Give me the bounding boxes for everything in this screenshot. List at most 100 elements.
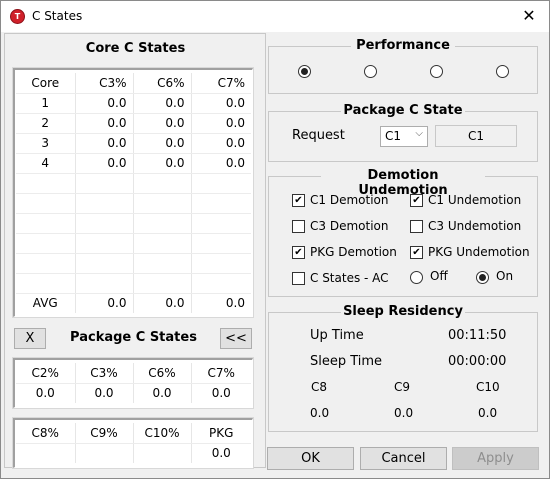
empty-row (16, 213, 251, 234)
cell-value: 0.0 (75, 153, 134, 174)
table-row: 2 0.0 0.0 0.0 (16, 113, 251, 134)
core-id: 2 (16, 113, 76, 134)
performance-radio-4[interactable] (496, 65, 509, 78)
empty-row (16, 193, 251, 214)
avg-value: 0.0 (225, 296, 245, 311)
cell-value (133, 443, 192, 463)
package-c-states-title: Package C States (70, 330, 197, 345)
up-time-label: Up Time (310, 328, 364, 343)
ok-button[interactable]: OK (267, 447, 354, 470)
package-table-2: C8% C9% C10% PKG 0.0 (16, 423, 251, 463)
c10-value: 0.0 (478, 406, 498, 420)
package-c-state-title: Package C State (341, 103, 465, 118)
c3-undemotion-checkbox[interactable] (410, 220, 423, 233)
cell-value: 0.0 (16, 383, 76, 403)
window-title: C States (32, 9, 83, 23)
cell-value: 0.0 (133, 93, 192, 114)
c-states-window: T C States ✕ Core C States Core C3% C6% … (0, 0, 550, 479)
header-c7: C7% (191, 73, 251, 94)
header-c10: C10% (133, 423, 192, 444)
pkg-demotion-checkbox[interactable] (292, 246, 305, 259)
on-label: On (496, 269, 514, 283)
c3-demotion-label: C3 Demotion (310, 219, 389, 233)
core-id: 4 (16, 153, 76, 174)
request-label: Request (292, 128, 345, 143)
table-header-row: Core C3% C6% C7% (16, 73, 251, 94)
cell-value: 0.0 (191, 133, 251, 154)
performance-radio-1[interactable] (298, 65, 311, 78)
request-readout: C1 (435, 125, 517, 147)
title-bar: T C States ✕ (1, 1, 549, 32)
off-label: Off (430, 269, 448, 283)
header-c6: C6% (133, 73, 192, 94)
app-logo-icon: T (10, 9, 25, 24)
pkg-undemotion-label: PKG Undemotion (428, 245, 530, 259)
cell-value: 0.0 (75, 383, 134, 403)
c8-value: 0.0 (310, 406, 330, 420)
request-select-value: C1 (385, 129, 402, 143)
package-table-1: C2% C3% C6% C7% 0.0 0.0 0.0 0.0 (16, 363, 251, 403)
c1-demotion-checkbox[interactable] (292, 194, 305, 207)
collapse-button[interactable]: << (220, 328, 252, 349)
empty-row (16, 253, 251, 274)
cell-value (75, 443, 134, 463)
c1-undemotion-label: C1 Undemotion (428, 193, 522, 207)
header-c2: C2% (16, 363, 76, 384)
request-select[interactable]: C1 ⌵ (380, 126, 428, 147)
core-id: 1 (16, 93, 76, 114)
on-radio[interactable] (476, 271, 489, 284)
off-radio[interactable] (410, 271, 423, 284)
pkg-demotion-label: PKG Demotion (310, 245, 397, 259)
header-core: Core (16, 73, 76, 94)
x-button[interactable]: X (14, 328, 46, 349)
avg-value: 0.0 (75, 293, 134, 313)
core-c-states-table: Core C3% C6% C7% 1 0.0 0.0 0.0 2 0.0 0.0… (16, 73, 251, 313)
performance-radio-2[interactable] (364, 65, 377, 78)
cancel-button[interactable]: Cancel (360, 447, 447, 470)
apply-button[interactable]: Apply (452, 447, 539, 470)
sleep-time-label: Sleep Time (310, 354, 383, 369)
cell-value: 0.0 (75, 113, 134, 134)
performance-radio-3[interactable] (430, 65, 443, 78)
chevron-down-icon: ⌵ (415, 128, 423, 139)
header-c3: C3% (75, 363, 134, 384)
up-time-value: 00:11:50 (448, 328, 507, 343)
header-pkg: PKG (191, 423, 251, 444)
table-row: 0.0 0.0 0.0 0.0 (16, 383, 251, 403)
core-id: 3 (16, 133, 76, 154)
c3-demotion-checkbox[interactable] (292, 220, 305, 233)
close-icon[interactable]: ✕ (519, 6, 539, 26)
header-c8: C8% (16, 423, 76, 444)
cell-value (16, 443, 76, 463)
cell-value: 0.0 (133, 383, 192, 403)
table-header-row: C8% C9% C10% PKG (16, 423, 251, 444)
table-row: 0.0 (16, 443, 251, 463)
table-row: 4 0.0 0.0 0.0 (16, 153, 251, 174)
header-c9: C9% (75, 423, 134, 444)
cell-value: 0.0 (133, 133, 192, 154)
c-states-ac-label: C States - AC (310, 271, 389, 285)
c10-label: C10 (476, 380, 500, 394)
pkg-undemotion-checkbox[interactable] (410, 246, 423, 259)
table-row: 3 0.0 0.0 0.0 (16, 133, 251, 154)
table-row: 1 0.0 0.0 0.0 (16, 93, 251, 114)
cell-value: 0.0 (191, 113, 251, 134)
cell-value: 0.0 (191, 153, 251, 174)
avg-label: AVG (16, 293, 76, 313)
cell-value: 0.0 (211, 386, 231, 401)
cell-value: 0.0 (191, 93, 251, 114)
c9-value: 0.0 (394, 406, 414, 420)
header-c7: C7% (191, 363, 251, 384)
c-states-ac-checkbox[interactable] (292, 272, 305, 285)
c1-demotion-label: C1 Demotion (310, 193, 389, 207)
c1-undemotion-checkbox[interactable] (410, 194, 423, 207)
avg-value: 0.0 (133, 293, 192, 313)
cell-value: 0.0 (211, 446, 231, 461)
c9-label: C9 (394, 380, 411, 394)
cell-value: 0.0 (133, 113, 192, 134)
c8-label: C8 (311, 380, 328, 394)
core-c-states-title: Core C States (85, 41, 186, 56)
cell-value: 0.0 (133, 153, 192, 174)
empty-row (16, 273, 251, 294)
avg-row: AVG 0.0 0.0 0.0 (16, 293, 251, 313)
